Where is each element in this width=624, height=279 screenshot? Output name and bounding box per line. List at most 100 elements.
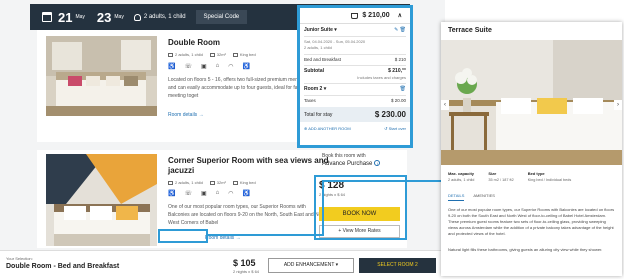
cart-total-row: Total for stay $ 230.00 [300,107,410,122]
cart-taxes-label: Taxes [304,97,316,103]
add-room-button[interactable]: ⊕ ADD ANOTHER ROOM [304,126,351,131]
checkin-day: 21 [58,9,73,25]
hanger-icon: ⌂ [215,63,220,69]
accessible-icon: ♿ [242,191,251,197]
accessible-icon: ♿ [242,64,251,70]
popup-tabs: DETAILS AMENITIES [448,193,495,201]
popup-description: One of our most popular room types, our … [448,207,615,236]
room-details-highlight [158,229,208,243]
tab-details[interactable]: DETAILS [448,193,465,201]
cart-room-title[interactable]: Junior Suite ▾ [304,27,337,34]
rate-highlight [314,175,407,240]
cart-room-2-title[interactable]: Room 2 ▾ [304,86,326,93]
selection-price-breakdown: 2 nights x $ 64 [233,269,260,274]
spec-value: 35 m2 / 187 ft2 [488,178,514,182]
wifi-icon: ◠ [228,64,234,70]
chevron-right-icon[interactable]: › [614,100,622,110]
guests-label: 2 adults, 1 child [143,14,186,20]
spec-text: King bed [239,180,256,185]
wifi-icon: ◠ [228,191,234,197]
person-icon [168,52,173,57]
room-specs: 2 adults, 1 child 32m² King bed [168,52,256,57]
spec-size: 32m² [209,52,226,57]
spec-label: Size [488,171,497,176]
special-code-button[interactable]: Special Code [195,10,248,24]
checkout-day: 23 [96,9,112,25]
selection-price: $ 105 [233,258,256,268]
add-enhancement-button[interactable]: ADD ENHANCEMENT ▾ [268,258,354,273]
cart-icon [351,12,359,19]
person-icon [168,180,173,185]
divider [304,35,406,37]
tab-amenities[interactable]: AMENITIES [473,193,495,201]
spec-bed: King bed [232,180,256,185]
start-over-button[interactable]: ↺ Start over [384,126,406,131]
spec-text: 32m² [216,52,226,57]
popup-photo [441,40,622,165]
cart-room-1: Junior Suite ▾ ✎ 🗑 Sat, 04.04.2020 - Sun… [300,24,410,104]
checkout-date[interactable]: 23 May [97,10,124,25]
cart-total-value: $ 230.00 [374,110,406,119]
selection-bar: Your Selection: Double Room - Bed and Br… [0,250,445,279]
spec-bed: King bed [232,52,256,57]
spec-label: Max. capacity [448,171,475,176]
cart-dropdown: $ 210,00 ∧ Junior Suite ▾ ✎ 🗑 Sat, 04.04… [297,5,413,148]
room-photo[interactable] [46,36,157,116]
popup-specs: Max. capacity 2 adults, 1 child Size 35 … [448,171,618,182]
selection-label: Your Selection: [6,256,33,261]
spec-guests: 2 adults, 1 child [168,180,203,185]
room-title: Corner Superior Room with sea views and … [168,156,329,175]
room-title: Double Room [168,38,220,47]
start-over-label: Start over [388,126,406,131]
bed-icon [232,52,238,57]
info-icon[interactable]: i [374,160,381,166]
checkout-month: May [114,14,124,20]
connector-line [322,180,324,236]
cart-subtotal-note: Includes taxes and charges [357,74,406,80]
amenity-icons: ♿ ☏ ▣ ⌂ ◠ ♿ [168,63,250,70]
divider [304,83,406,84]
size-icon [209,52,215,57]
room-details-label: Room details [168,112,198,118]
room-details-link[interactable]: Room details → [168,112,204,118]
spec-label: Bed type [527,171,545,176]
checkin-date[interactable]: 21 May [42,10,85,25]
rate-info: Book this room with Advance Purchase i [322,153,402,168]
cart-toggle[interactable]: $ 210,00 ∧ [300,8,410,24]
spec-text: 2 adults, 1 child [175,180,203,185]
room-specs: 2 adults, 1 child 32m² King bed [168,180,256,185]
cart-subtotal-label: Subtotal [304,68,324,74]
spec-text: 2 adults, 1 child [175,52,203,57]
cart-room-guests: 2 adults, 1 child [304,45,332,50]
rate-name: Advance Purchase [322,161,373,167]
cart-board-label: Bed and Breakfast [304,56,342,62]
spec-guests: 2 adults, 1 child [168,52,203,57]
edit-icon[interactable]: ✎ 🗑 [394,27,406,34]
select-room-button[interactable]: SELECT ROOM 2 [359,258,436,273]
room-description: One of our most popular room types, our … [168,204,328,226]
cart-total-header: $ 210,00 [362,12,390,19]
cart-taxes-value: $ 20.00 [390,97,406,103]
trash-icon[interactable]: 🗑 [400,86,406,93]
chevron-left-icon[interactable]: ‹ [441,100,449,110]
person-icon [133,13,141,21]
selected-room: Double Room - Bed and Breakfast [6,263,120,270]
rate-name-row[interactable]: Advance Purchase i [322,160,402,168]
spec-text: King bed [239,52,256,57]
divider [304,65,406,66]
divider [304,53,406,55]
chevron-up-icon: ∧ [397,13,402,19]
accessible-icon: ♿ [168,64,176,70]
connector-line [208,234,324,236]
popup-title: Terrace Suite [448,27,492,34]
room-photo[interactable] [46,154,157,246]
accessible-icon: ♿ [168,191,176,197]
guests-selector[interactable]: 2 adults, 1 child [133,13,186,21]
connector-line [322,180,442,182]
cart-total-label: Total for stay [304,111,333,118]
spec-text: 32m² [216,180,226,185]
amenity-icons: ♿ ☏ ▣ ⌂ ◠ ♿ [168,190,250,197]
spec-value: 2 adults, 1 child [448,178,475,182]
minibar-icon: ▣ [201,64,207,70]
spec-size: 32m² [209,180,226,185]
